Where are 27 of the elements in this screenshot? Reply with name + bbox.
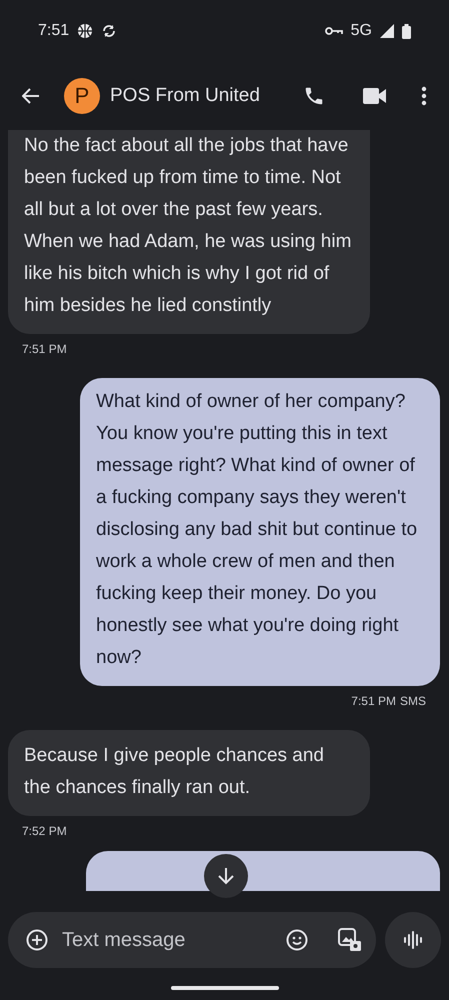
sync-icon — [101, 23, 118, 39]
menu-icon — [421, 86, 427, 106]
image-icon — [338, 928, 362, 952]
message-input-field[interactable]: Text message — [8, 912, 376, 968]
back-arrow-icon — [22, 88, 40, 104]
network-label: 5G — [350, 22, 372, 40]
video-camera-icon — [363, 87, 387, 105]
contact-avatar: P — [64, 78, 100, 114]
emoji-icon — [286, 929, 308, 951]
signal-icon — [380, 24, 394, 38]
message-timestamp: 7:52 PM — [22, 824, 67, 838]
transport-label: SMS — [400, 694, 426, 708]
plus-circle-icon — [26, 929, 48, 951]
battery-icon — [402, 24, 411, 38]
contact-name: POS From United — [110, 85, 261, 107]
message-text-input[interactable]: Text message — [60, 928, 274, 952]
waveform-icon — [403, 930, 423, 950]
incoming-message: No the fact about all the jobs that have been fucked up from time to time. Not all but a lot over the past few years. When we had Adam, he was using him like his bitch which is why I got rid of him besides he lied constintly — [8, 130, 370, 334]
incoming-message: Because I give people chances and the chances finally ran out. — [8, 730, 370, 816]
message-timestamp: 7:51 PM — [351, 694, 396, 708]
ball-icon — [77, 23, 94, 39]
outgoing-message: What kind of owner of her company? You know you're putting this in text message right? What kind of owner of a fucking company says they weren't disclosing any bad shit but continue to work a whole crew of men and then fucking keep their money. Do you honestly see what you're doing right now? — [80, 378, 440, 686]
message-timestamp: 7:51 PM — [22, 342, 67, 356]
down-arrow-icon — [218, 867, 234, 885]
phone-icon — [303, 85, 325, 107]
key-icon — [324, 26, 343, 36]
clock-time: 7:51 — [38, 22, 70, 40]
